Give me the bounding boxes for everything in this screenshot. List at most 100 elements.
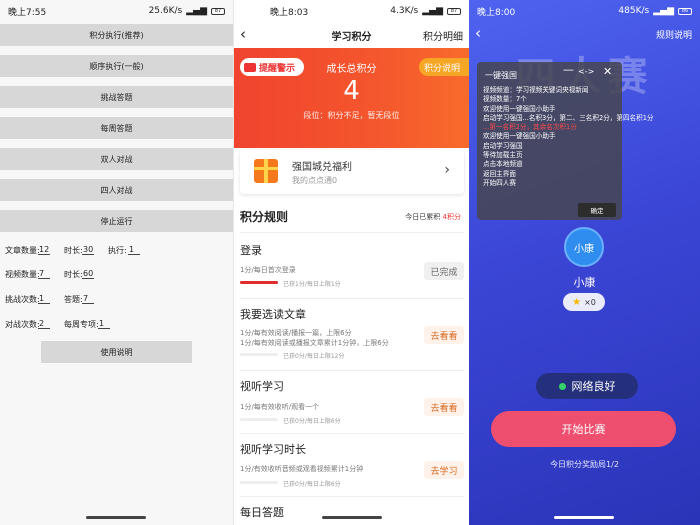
weekly-special-input[interactable]: 1 xyxy=(98,319,110,329)
task-progress-fill xyxy=(240,281,278,284)
log-line: 点击本地频道 xyxy=(483,160,523,169)
help-button[interactable]: 使用说明 xyxy=(41,341,192,363)
video-duration-input[interactable]: 60 xyxy=(82,269,95,279)
exec-input[interactable]: 1 xyxy=(128,245,140,255)
video-duration-label: 时长: xyxy=(64,270,83,279)
task-item-daily-quiz: 每日答题 xyxy=(240,504,464,524)
status-bar: 晚上8:03 4.3K/s ▂▄▆ 87 xyxy=(234,0,469,22)
exec-label: 执行: xyxy=(108,246,127,255)
weekly-quiz-button[interactable]: 每周答题 xyxy=(0,117,233,139)
rules-link[interactable]: 规则说明 xyxy=(656,28,692,41)
star-icon: ★ xyxy=(572,296,582,308)
two-player-battle-button[interactable]: 双人对战 xyxy=(0,148,233,170)
log-line: 欢迎使用一键强国小助手 xyxy=(483,132,556,141)
settings-row: 视频数量: 7 时长: 60 xyxy=(0,268,233,282)
network-label: 网络良好 xyxy=(571,380,616,393)
log-line: 启动学习强国 xyxy=(483,141,523,150)
star-badge: ★ ×0 xyxy=(563,293,605,311)
status-time: 晚上7:55 xyxy=(8,7,47,18)
status-bar: 晚上8:00 485K/s ▂▄▆ 86 xyxy=(469,0,700,22)
signal-icon: ▂▄▆ xyxy=(653,6,674,16)
task-earned: 已获0分/每日上限12分 xyxy=(283,353,345,360)
settings-panel: 晚上7:55 25.6K/s ▂▄▆ 87 积分执行(推荐) 顺序执行(一般) … xyxy=(0,0,233,525)
signal-icon: ▂▄▆ xyxy=(422,6,443,16)
study-points-panel: 晚上8:03 4.3K/s ▂▄▆ 87 ‹ 学习积分 积分明细 提醒警示 成长… xyxy=(233,0,469,525)
gesture-bar[interactable] xyxy=(322,516,382,519)
reward-text: 今日积分奖励局1/2 xyxy=(550,460,619,469)
task-item-read-article: 我要选读文章 1分/每有效阅读/播报一篇，上限6分 1分/每有效阅读或播报文章累… xyxy=(240,306,464,364)
task-progress-bar xyxy=(240,281,278,284)
rank-text: 段位：积分不足，暂无段位 xyxy=(303,111,400,120)
points-explain-button[interactable]: 积分说明 xyxy=(419,58,469,76)
status-speed: 25.6K/s xyxy=(148,6,183,16)
signal-icon: ▂▄▆ xyxy=(186,6,207,16)
task-earned: 已获0分/每日上限6分 xyxy=(283,481,341,488)
log-line: 视频频道：学习视频关键词央视新闻 xyxy=(483,86,589,94)
welfare-card[interactable]: 强国城兑福利 我的点点通0 › xyxy=(240,150,464,194)
task-go-button[interactable]: 去看看 xyxy=(424,326,464,344)
gesture-bar[interactable] xyxy=(86,516,146,519)
challenge-count-label: 挑战次数: xyxy=(5,295,40,304)
four-player-battle-button[interactable]: 四人对战 xyxy=(0,179,233,201)
task-name: 视听学习时长 xyxy=(240,443,306,456)
gesture-bar[interactable] xyxy=(554,516,614,519)
minimize-icon[interactable]: — xyxy=(563,63,574,76)
status-speed: 4.3K/s xyxy=(390,6,419,16)
article-count-label: 文章数量: xyxy=(5,246,40,255)
today-points: 今日已累积 4积分 xyxy=(405,212,461,222)
task-study-button[interactable]: 去学习 xyxy=(424,461,464,479)
task-desc: 1分/每有效收听/观看一个 xyxy=(240,403,320,411)
confirm-button[interactable]: 确定 xyxy=(578,203,616,217)
settings-row: 对战次数: 2 每周专项: 1 xyxy=(0,318,233,332)
task-progress-bar xyxy=(240,418,278,421)
chevron-right-icon: › xyxy=(444,162,450,178)
status-time: 晚上8:00 xyxy=(477,7,516,18)
divider xyxy=(240,298,464,299)
challenge-count-input[interactable]: 1 xyxy=(38,294,50,304)
stop-run-button[interactable]: 停止运行 xyxy=(0,210,233,232)
log-line: 开始四人赛 xyxy=(483,178,516,187)
settings-row: 文章数量: 12 时长: 30 执行: 1 xyxy=(0,244,233,258)
settings-row: 挑战次数: 1 答题: 7 xyxy=(0,293,233,307)
overlay-log: 视频频道：学习视频关键词央视新闻 视频数量：7个 欢迎使用一键强国小助手 启动学… xyxy=(483,86,654,188)
log-line: 返回主界面 xyxy=(483,169,516,178)
assistant-overlay: 一键强国 — <-> ✕ 视频频道：学习视频关键词央视新闻 视频数量：7个 欢迎… xyxy=(477,62,654,220)
divider xyxy=(240,496,464,497)
battle-count-input[interactable]: 2 xyxy=(38,319,50,329)
task-name: 登录 xyxy=(240,244,262,257)
run-points-recommended-button[interactable]: 积分执行(推荐) xyxy=(0,24,233,46)
points-detail-link[interactable]: 积分明细 xyxy=(423,28,463,43)
task-name: 我要选读文章 xyxy=(240,308,306,321)
task-name: 每日答题 xyxy=(240,506,284,519)
close-icon[interactable]: ✕ xyxy=(603,65,612,78)
avatar: 小康 xyxy=(564,227,604,267)
today-points-value: 4积分 xyxy=(442,213,461,221)
task-earned: 已获1分/每日上限1分 xyxy=(283,281,341,288)
video-count-input[interactable]: 7 xyxy=(38,269,50,279)
overlay-title: 一键强国 xyxy=(485,71,517,80)
article-count-input[interactable]: 12 xyxy=(38,245,51,255)
status-bar: 晚上7:55 25.6K/s ▂▄▆ 87 xyxy=(0,0,233,22)
welfare-title: 强国城兑福利 xyxy=(292,162,352,173)
battery-icon: 87 xyxy=(211,7,225,15)
task-desc: 1分/每有效阅读/播报一篇，上限6分 xyxy=(240,329,352,337)
move-icon[interactable]: <-> xyxy=(578,67,594,76)
article-duration-input[interactable]: 30 xyxy=(82,245,95,255)
task-done-button[interactable]: 已完成 xyxy=(424,262,464,280)
log-line: 欢迎使用一键强国小助手 xyxy=(483,104,556,113)
challenge-quiz-button[interactable]: 挑战答题 xyxy=(0,86,233,108)
weekly-special-label: 每周专项: xyxy=(64,320,99,329)
battle-count-label: 对战次数: xyxy=(5,320,40,329)
run-sequential-button[interactable]: 顺序执行(一般) xyxy=(0,55,233,77)
task-earned: 已获0分/每日上限6分 xyxy=(283,418,341,425)
log-line: 启动学习强国...名积3分，第二、三名积2分，第四名积1分 xyxy=(483,113,654,122)
task-item-login: 登录 1分/每日首次登录 已获1分/每日上限1分 已完成 xyxy=(240,242,464,294)
task-go-button[interactable]: 去看看 xyxy=(424,398,464,416)
status-speed: 485K/s xyxy=(618,6,650,16)
divider xyxy=(240,370,464,371)
answer-count-label: 答题: xyxy=(64,295,83,304)
start-match-button[interactable]: 开始比赛 xyxy=(491,411,676,447)
answer-count-input[interactable]: 7 xyxy=(82,294,94,304)
back-arrow-icon[interactable]: ‹ xyxy=(475,24,481,42)
points-hero: 提醒警示 成长总积分 4 段位：积分不足，暂无段位 积分说明 xyxy=(234,48,469,148)
